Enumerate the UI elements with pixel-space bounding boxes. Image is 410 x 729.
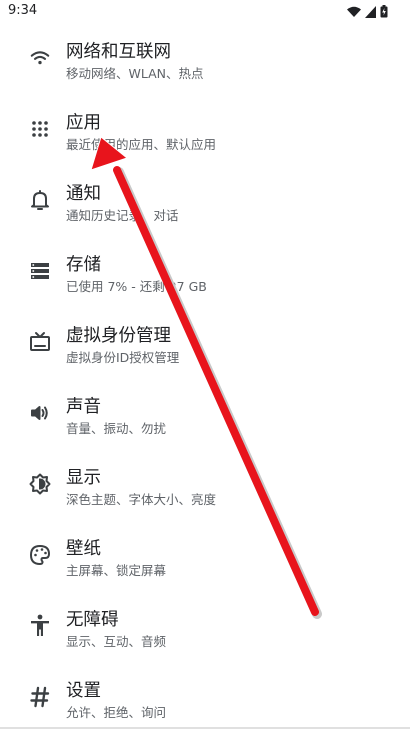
settings-item-storage[interactable]: 存储 已使用 7% - 还剩 27 GB xyxy=(0,240,410,311)
settings-item-virtual-identity[interactable]: 虚拟身份管理 虚拟身份ID授权管理 xyxy=(0,311,410,382)
item-subtitle: 最近使用的应用、默认应用 xyxy=(66,137,217,152)
settings-item-network[interactable]: 网络和互联网 移动网络、WLAN、热点 xyxy=(0,27,410,98)
settings-item-sound[interactable]: 声音 音量、振动、勿扰 xyxy=(0,382,410,453)
item-title: 无障碍 xyxy=(66,610,119,630)
item-title: 声音 xyxy=(66,397,101,417)
settings-item-permissions[interactable]: 设置 允许、拒绝、询问 xyxy=(0,666,410,729)
hash-icon xyxy=(27,684,53,710)
item-title: 应用 xyxy=(66,113,101,133)
settings-list: 网络和互联网 移动网络、WLAN、热点 应用 最近使用的应用、默认应用 通知 通… xyxy=(0,27,410,729)
item-subtitle: 允许、拒绝、询问 xyxy=(66,705,167,720)
signal-icon xyxy=(365,5,376,18)
storage-icon xyxy=(27,258,53,284)
item-subtitle: 虚拟身份ID授权管理 xyxy=(66,350,180,365)
item-title: 壁纸 xyxy=(66,539,101,559)
status-bar: 9:34 xyxy=(0,0,410,24)
item-subtitle: 显示、互动、音频 xyxy=(66,634,167,649)
item-title: 网络和互联网 xyxy=(66,42,171,62)
settings-item-notifications[interactable]: 通知 通知历史记录、对话 xyxy=(0,169,410,240)
item-title: 虚拟身份管理 xyxy=(66,326,171,346)
item-subtitle: 通知历史记录、对话 xyxy=(66,208,179,223)
item-subtitle: 已使用 7% - 还剩 27 GB xyxy=(66,279,207,294)
status-icons xyxy=(347,5,388,18)
tv-icon xyxy=(27,329,53,355)
item-title: 通知 xyxy=(66,184,101,204)
wifi-icon xyxy=(27,45,53,71)
bell-icon xyxy=(27,187,53,213)
item-title: 显示 xyxy=(66,468,101,488)
item-subtitle: 主屏幕、锁定屏幕 xyxy=(66,563,167,578)
item-subtitle: 移动网络、WLAN、热点 xyxy=(66,66,204,81)
accessibility-icon xyxy=(27,613,53,639)
item-title: 存储 xyxy=(66,255,101,275)
settings-item-accessibility[interactable]: 无障碍 显示、互动、音频 xyxy=(0,595,410,666)
apps-grid-icon xyxy=(27,116,53,142)
settings-item-apps[interactable]: 应用 最近使用的应用、默认应用 xyxy=(0,98,410,169)
item-title: 设置 xyxy=(66,681,101,701)
status-time: 9:34 xyxy=(8,3,38,18)
wifi-icon xyxy=(347,6,361,17)
brightness-icon xyxy=(27,471,53,497)
item-subtitle: 深色主题、字体大小、亮度 xyxy=(66,492,217,507)
settings-item-wallpaper[interactable]: 壁纸 主屏幕、锁定屏幕 xyxy=(0,524,410,595)
settings-screen: 9:34 网络和互联网 移动网络、WLAN、热点 应用 最近使用的应用、默认应用… xyxy=(0,0,410,729)
settings-item-display[interactable]: 显示 深色主题、字体大小、亮度 xyxy=(0,453,410,524)
battery-icon xyxy=(380,5,388,18)
item-subtitle: 音量、振动、勿扰 xyxy=(66,421,167,436)
palette-icon xyxy=(27,542,53,568)
speaker-icon xyxy=(27,400,53,426)
